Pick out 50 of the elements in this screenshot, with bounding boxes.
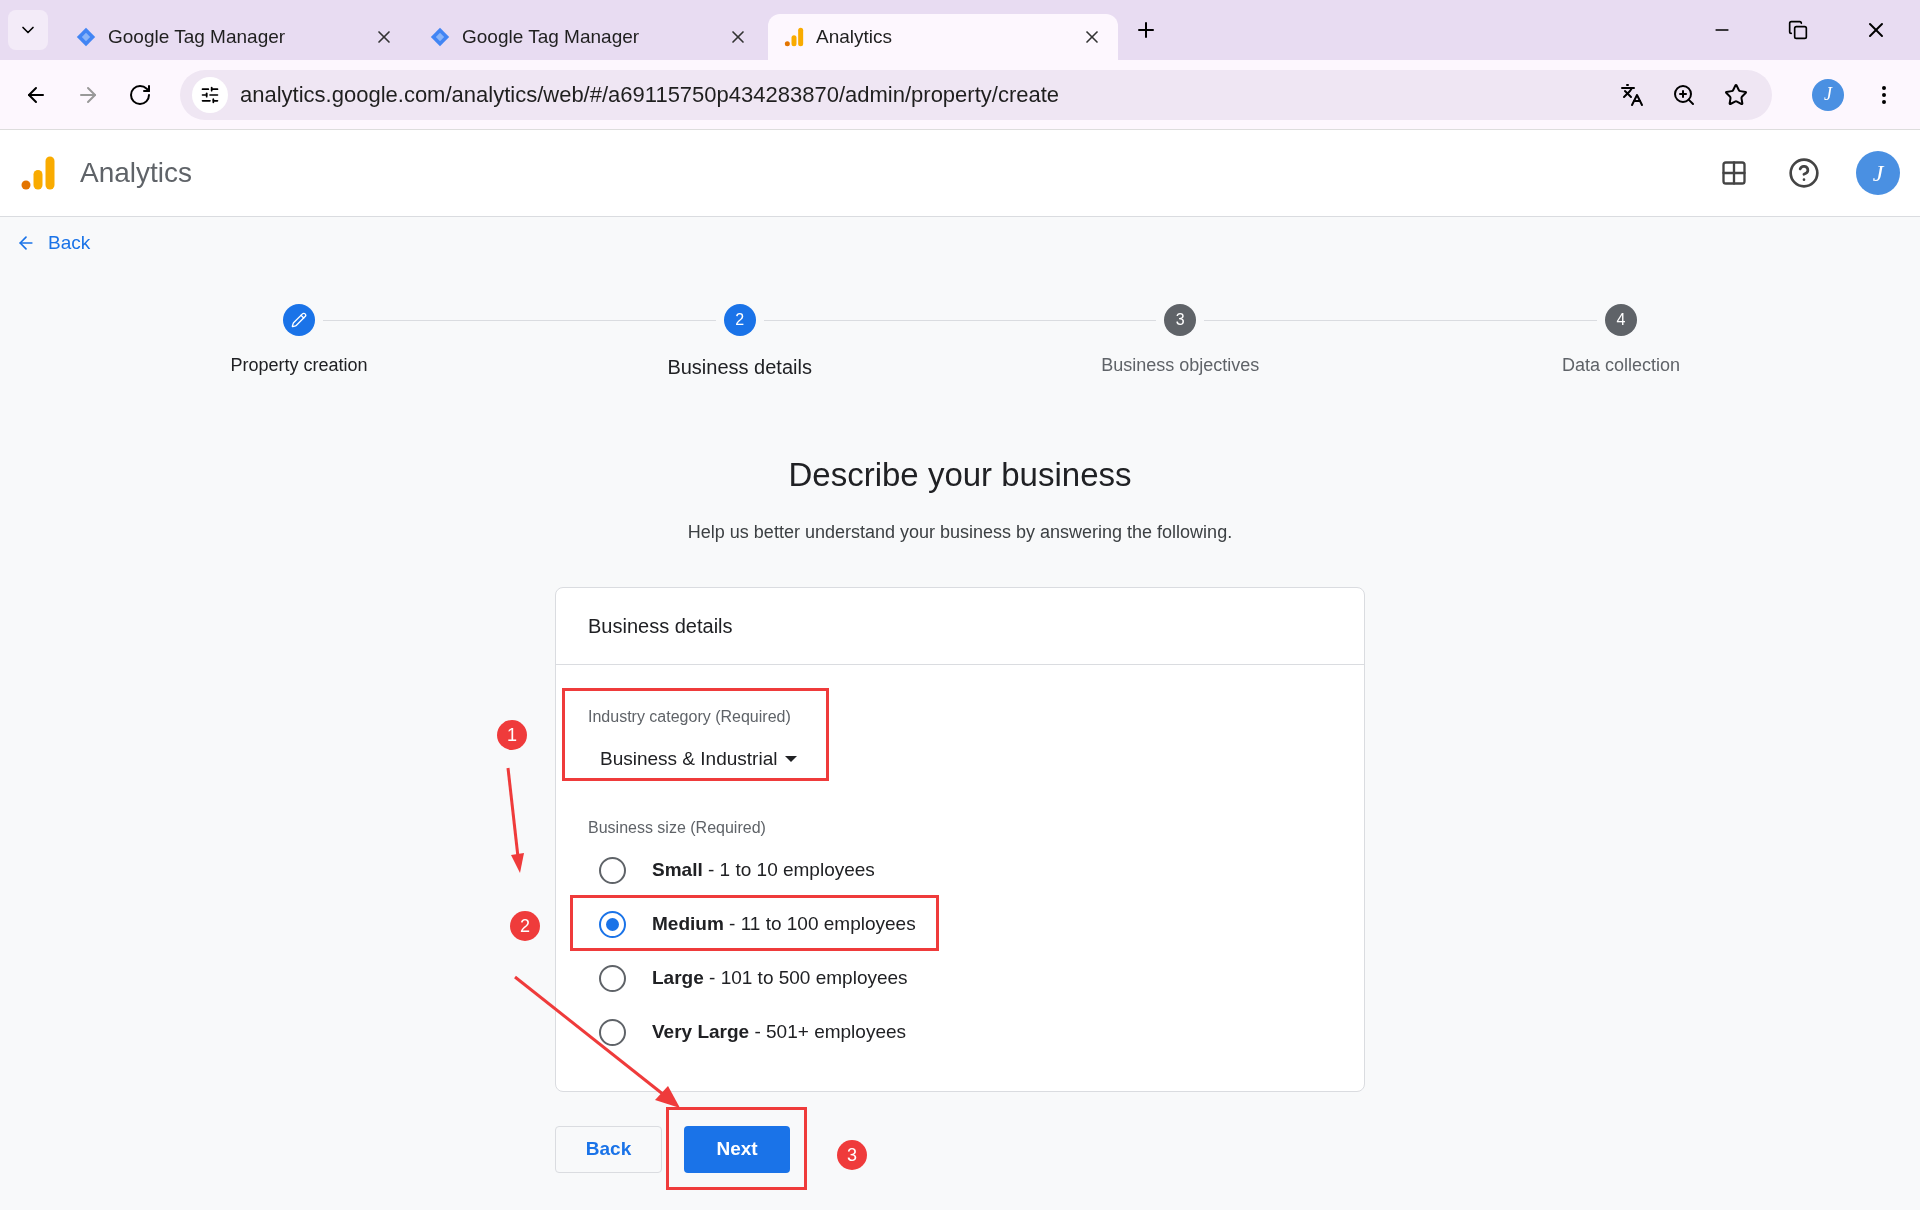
- radio-button[interactable]: [599, 1019, 626, 1046]
- tab-title: Google Tag Manager: [462, 24, 641, 49]
- annotation-number: 2: [510, 911, 540, 941]
- reload-icon[interactable]: [128, 82, 152, 107]
- size-option[interactable]: Large - 101 to 500 employees: [599, 951, 1332, 1006]
- page-heading: Describe your business: [787, 454, 1133, 495]
- apps-grid-icon[interactable]: [1720, 159, 1748, 187]
- step-number: 3: [1164, 303, 1197, 336]
- address-bar[interactable]: analytics.google.com/analytics/web/#/a69115750p434283870/admin/property/create: [180, 69, 1772, 120]
- star-icon[interactable]: [1724, 82, 1748, 107]
- size-label: Business size (Required): [588, 817, 767, 838]
- page-subheading: Help us better understand your business by answering the following.: [686, 521, 1234, 544]
- step-label: Data collection: [1561, 353, 1680, 377]
- step-number: 4: [1604, 303, 1637, 336]
- size-option[interactable]: Medium - 11 to 100 employees: [599, 897, 1332, 952]
- back-link[interactable]: Back: [0, 229, 107, 258]
- step-label: Business details: [667, 354, 812, 380]
- step-number: 2: [723, 303, 756, 336]
- tab-title: Google Tag Manager: [108, 24, 287, 49]
- browser-tab[interactable]: Google Tag Manager: [414, 14, 764, 60]
- radio-button[interactable]: [599, 965, 626, 992]
- step-label: Property creation: [230, 353, 368, 377]
- site-settings-icon[interactable]: [200, 84, 220, 105]
- browser-tab[interactable]: Analytics: [768, 14, 1118, 60]
- browser-tab[interactable]: Google Tag Manager: [60, 14, 410, 60]
- diamond-logo-icon: [76, 27, 96, 47]
- analytics-logo-icon: [20, 155, 56, 191]
- card-title: Business details: [588, 614, 733, 639]
- radio-button[interactable]: [599, 911, 626, 938]
- restore-icon[interactable]: [1788, 20, 1808, 40]
- app-title: Analytics: [80, 156, 193, 190]
- back-button[interactable]: Back: [555, 1126, 662, 1173]
- industry-dropdown[interactable]: Business & Industrial: [600, 745, 798, 774]
- translate-icon[interactable]: [1620, 82, 1644, 107]
- diamond-logo-icon: [430, 27, 450, 47]
- analytics-logo-icon: [784, 27, 804, 47]
- step-label: Business objectives: [1101, 353, 1260, 377]
- next-button[interactable]: Next: [684, 1126, 790, 1173]
- industry-label: Industry category (Required): [588, 707, 792, 727]
- pencil-icon: [291, 311, 307, 328]
- zoom-icon[interactable]: [1672, 82, 1696, 107]
- url-text: analytics.google.com/analytics/web/#/a69115750p434283870/admin/property/create: [240, 81, 1061, 109]
- radio-button[interactable]: [599, 857, 626, 884]
- size-option[interactable]: Small - 1 to 10 employees: [599, 843, 1332, 898]
- size-option[interactable]: Very Large - 501+ employees: [599, 1005, 1332, 1060]
- tab-title: Analytics: [816, 24, 894, 49]
- dropdown-caret-icon: [785, 755, 798, 764]
- help-icon[interactable]: [1788, 157, 1820, 189]
- annotation-number: 3: [837, 1140, 867, 1170]
- annotation-number: 1: [497, 720, 527, 750]
